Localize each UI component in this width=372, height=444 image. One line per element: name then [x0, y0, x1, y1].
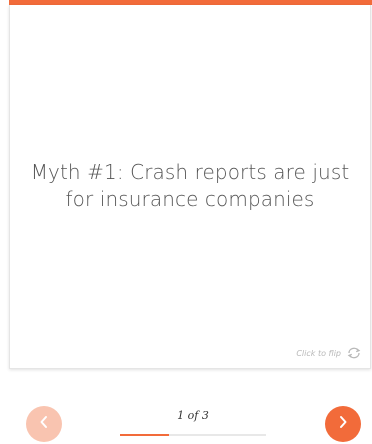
- pager: 1 of 3: [120, 409, 266, 436]
- flashcard[interactable]: Myth #1: Crash reports are just for insu…: [9, 5, 371, 369]
- card-text: Myth #1: Crash reports are just for insu…: [30, 160, 350, 211]
- flip-label: Click to flip: [296, 348, 341, 358]
- next-button[interactable]: [325, 406, 361, 442]
- page-indicator: 1 of 3: [177, 409, 209, 422]
- chevron-right-icon: [337, 415, 349, 434]
- flip-hint[interactable]: Click to flip: [296, 347, 362, 359]
- progress-fill: [120, 434, 169, 436]
- chevron-left-icon: [38, 415, 50, 434]
- progress-track: [120, 434, 266, 436]
- refresh-icon: [346, 347, 362, 359]
- previous-button[interactable]: [26, 406, 62, 442]
